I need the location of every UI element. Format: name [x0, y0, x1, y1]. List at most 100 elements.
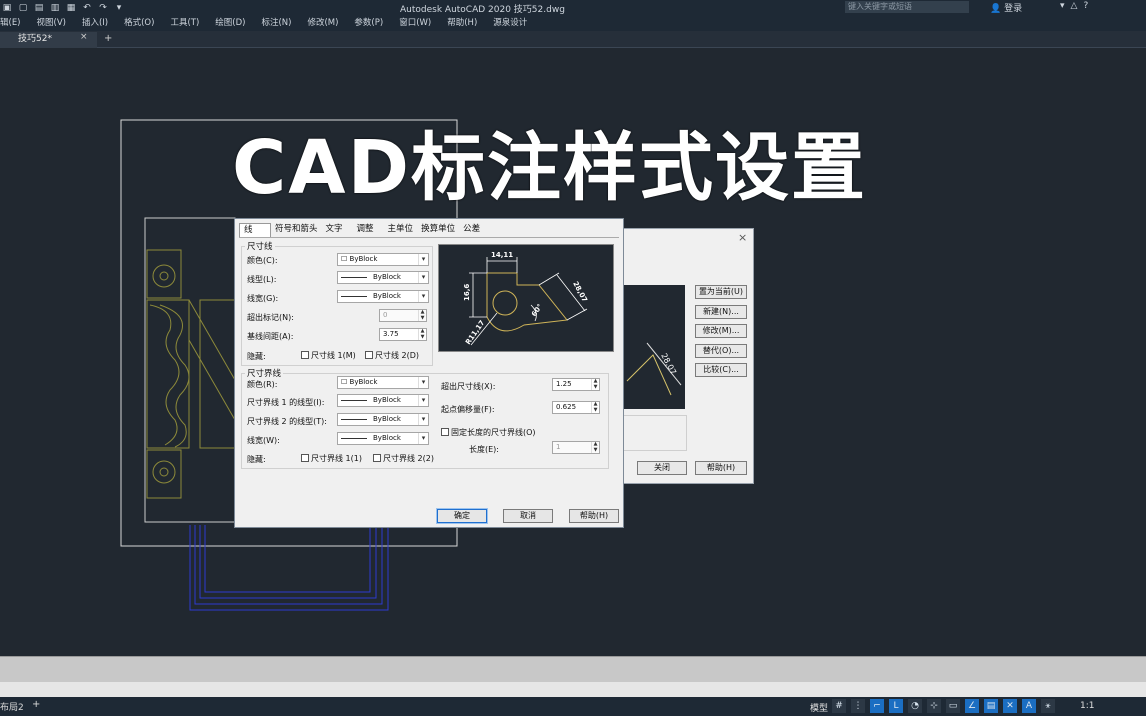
menu-draw[interactable]: 绘图(D): [215, 16, 245, 30]
help-button[interactable]: 帮助(H): [569, 509, 619, 523]
suppress-ext-line-2[interactable]: 尺寸界线 2(2): [373, 453, 434, 464]
ext-length-input[interactable]: 1 ▲ ▼: [552, 441, 600, 454]
tab-tolerances[interactable]: 公差: [459, 223, 484, 237]
infer-constraints-icon[interactable]: ⌐: [870, 699, 884, 713]
login-button[interactable]: 👤 登录: [990, 1, 1022, 14]
command-history: [0, 656, 1146, 682]
ext-lt1-value: ByBlock: [373, 396, 401, 404]
tab-primary-units[interactable]: 主单位: [384, 223, 418, 237]
baseline-spacing-value: 3.75: [383, 330, 399, 338]
preview-dim-angle: 60°: [530, 303, 544, 318]
cancel-button[interactable]: 取消: [503, 509, 553, 523]
dim-linetype-select[interactable]: ByBlock ▾: [337, 271, 429, 284]
set-current-button[interactable]: 置为当前(U): [695, 285, 747, 299]
undo-icon[interactable]: ↶: [82, 3, 92, 13]
help-button[interactable]: 帮助(H): [695, 461, 747, 475]
ext-lineweight-select[interactable]: ByBlock ▾: [337, 432, 429, 445]
layout-tab[interactable]: 布局2: [0, 700, 24, 713]
open-file-icon[interactable]: ▤: [34, 3, 44, 13]
new-style-button[interactable]: 新建(N)...: [695, 305, 747, 319]
dim-color-label: 颜色(C):: [247, 256, 278, 265]
object-snap-tracking-icon[interactable]: ∠: [965, 699, 979, 713]
ok-button[interactable]: 确定: [436, 508, 488, 524]
override-style-button[interactable]: 替代(O)...: [695, 344, 747, 358]
new-tab-button[interactable]: +: [104, 33, 112, 44]
qat-dropdown-icon[interactable]: ▾: [114, 3, 124, 13]
dimension-preview: 14,11 16,6 28,07 R11,17 60°: [438, 244, 614, 352]
menu-tools[interactable]: 工具(T): [170, 16, 199, 30]
lineweight-icon[interactable]: ▤: [984, 699, 998, 713]
snap-icon[interactable]: ⋮: [851, 699, 865, 713]
polar-icon[interactable]: ◔: [908, 699, 922, 713]
suppress-dim-line-2[interactable]: 尺寸线 2(D): [365, 350, 419, 361]
menu-view[interactable]: 视图(V): [37, 16, 66, 30]
linetype-sample-icon: [341, 399, 367, 401]
ext-lt1-select[interactable]: ByBlock ▾: [337, 394, 429, 407]
compare-style-button[interactable]: 比较(C)...: [695, 363, 747, 377]
annotation-visibility-icon[interactable]: A: [1022, 699, 1036, 713]
app-menu-icon[interactable]: ▣: [2, 3, 12, 13]
ext-beyond-input[interactable]: 1.25 ▲ ▼: [552, 378, 600, 391]
menu-yuanquan[interactable]: 源泉设计: [493, 16, 527, 30]
search-input[interactable]: 键入关键字或短语: [845, 1, 969, 13]
baseline-spacing-input[interactable]: 3.75 ▲ ▼: [379, 328, 427, 341]
modify-dimension-style-dialog: 线 符号和箭头 文字 调整 主单位 换算单位 公差 尺寸线 颜色(C): ☐ B…: [234, 218, 624, 528]
ortho-icon[interactable]: L: [889, 699, 903, 713]
menu-modify[interactable]: 修改(M): [307, 16, 338, 30]
yellow-geometry: [146, 249, 236, 499]
print-icon[interactable]: ▦: [66, 3, 76, 13]
grid-icon[interactable]: #: [832, 699, 846, 713]
tab-fit[interactable]: 调整: [353, 223, 378, 237]
spinner-icon[interactable]: ▲ ▼: [591, 378, 599, 390]
menu-bar: 辑(E) 视图(V) 插入(I) 格式(O) 工具(T) 绘图(D) 标注(N)…: [0, 16, 543, 30]
menu-window[interactable]: 窗口(W): [399, 16, 431, 30]
help-icon[interactable]: ?: [1083, 1, 1094, 11]
menu-help[interactable]: 帮助(H): [447, 16, 477, 30]
new-file-icon[interactable]: ▢: [18, 3, 28, 13]
isodraft-icon[interactable]: ⊹: [927, 699, 941, 713]
ext-beyond-value: 1.25: [556, 380, 572, 388]
close-icon[interactable]: ×: [738, 231, 747, 244]
dim-color-select[interactable]: ☐ ByBlock ▾: [337, 253, 429, 266]
save-icon[interactable]: ▥: [50, 3, 60, 13]
fixed-length-ext-checkbox[interactable]: 固定长度的尺寸界线(O): [441, 427, 536, 438]
transparency-icon[interactable]: ✕: [1003, 699, 1017, 713]
dim-lineweight-select[interactable]: ByBlock ▾: [337, 290, 429, 303]
redo-icon[interactable]: ↷: [98, 3, 108, 13]
menu-format[interactable]: 格式(O): [124, 16, 154, 30]
tab-lines[interactable]: 线: [239, 223, 271, 237]
menu-parametric[interactable]: 参数(P): [354, 16, 383, 30]
spinner-icon[interactable]: ▲ ▼: [418, 309, 426, 321]
ext-offset-input[interactable]: 0.625 ▲ ▼: [552, 401, 600, 414]
baseline-spacing-label: 基线间距(A):: [247, 332, 294, 341]
menu-dimension[interactable]: 标注(N): [261, 16, 291, 30]
close-button[interactable]: 关闭: [637, 461, 687, 475]
model-space-button[interactable]: 模型: [810, 701, 828, 714]
modify-style-button[interactable]: 修改(M)...: [695, 324, 747, 338]
tab-alternate-units[interactable]: 换算单位: [417, 223, 459, 237]
object-snap-icon[interactable]: ▭: [946, 699, 960, 713]
extend-ticks-input[interactable]: 0 ▲ ▼: [379, 309, 427, 322]
menu-insert[interactable]: 插入(I): [82, 16, 108, 30]
spinner-icon[interactable]: ▲ ▼: [591, 401, 599, 413]
spinner-icon[interactable]: ▲ ▼: [591, 441, 599, 453]
add-layout-button[interactable]: +: [32, 699, 40, 710]
menu-edit[interactable]: 辑(E): [0, 16, 21, 30]
suppress-dim-line-1[interactable]: 尺寸线 1(M): [301, 350, 356, 361]
annotation-scale[interactable]: 1:1: [1080, 701, 1094, 711]
ext-lines-title: 尺寸界线: [245, 367, 284, 379]
a360-icon[interactable]: △: [1071, 1, 1084, 11]
cart-icon[interactable]: ▾: [1060, 1, 1071, 11]
auto-scale-icon[interactable]: ⚹: [1041, 699, 1055, 713]
ext-color-select[interactable]: ☐ ByBlock ▾: [337, 376, 429, 389]
chevron-down-icon: ▾: [418, 291, 428, 302]
command-input[interactable]: [0, 682, 1146, 697]
tab-text[interactable]: 文字: [322, 223, 347, 237]
suppress-ext-line-1[interactable]: 尺寸界线 1(1): [301, 453, 362, 464]
tab-symbols-arrows[interactable]: 符号和箭头: [271, 223, 322, 237]
tab-close-icon[interactable]: ×: [80, 32, 88, 42]
spinner-icon[interactable]: ▲ ▼: [418, 328, 426, 340]
ext-lineweight-value: ByBlock: [373, 434, 401, 442]
checkbox-icon: [373, 454, 381, 462]
ext-lt2-select[interactable]: ByBlock ▾: [337, 413, 429, 426]
